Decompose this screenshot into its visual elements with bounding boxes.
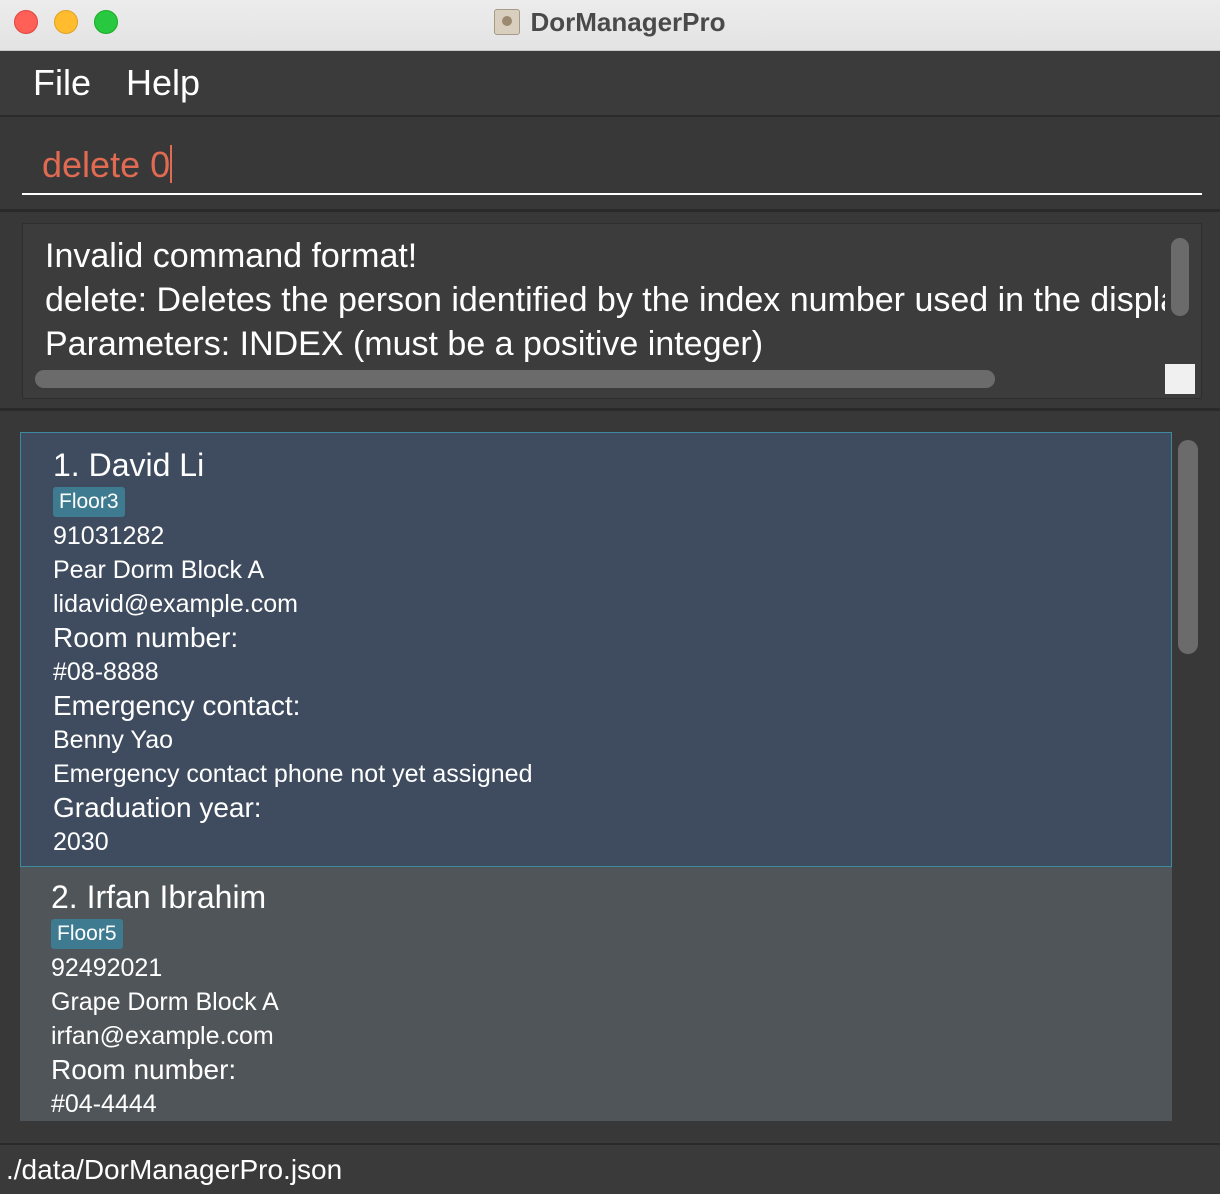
person-name: 1. David Li [53, 447, 205, 483]
person-list-scrollbar[interactable] [1178, 440, 1198, 654]
result-horizontal-scrollbar[interactable] [35, 370, 995, 388]
save-file-path: ./data/DorManagerPro.json [6, 1154, 343, 1185]
person-email: lidavid@example.com [53, 590, 298, 618]
scroll-corner [1165, 364, 1195, 394]
menu-help[interactable]: Help [126, 63, 200, 103]
graduation-year-value: 2030 [53, 828, 109, 856]
app-icon [494, 9, 521, 35]
result-display[interactable]: Invalid command format! delete: Deletes … [22, 223, 1202, 399]
result-vertical-scrollbar[interactable] [1171, 238, 1189, 316]
person-tag: Floor5 [51, 919, 123, 949]
text-cursor [170, 145, 173, 183]
result-text: Invalid command format! delete: Deletes … [45, 234, 1165, 366]
command-input[interactable]: delete 0 [22, 137, 1202, 195]
emergency-contact-name: Benny Yao [53, 726, 174, 754]
room-number-value: #04-4444 [51, 1090, 157, 1118]
room-number-label: Room number: [53, 622, 239, 653]
status-bar: ./data/DorManagerPro.json [0, 1143, 1220, 1194]
person-card[interactable]: 2. Irfan Ibrahim Floor5 92492021 Grape D… [20, 867, 1172, 1121]
person-phone: 91031282 [53, 522, 165, 550]
result-display-area: Invalid command format! delete: Deletes … [0, 212, 1220, 411]
room-number-value: #08-8888 [53, 658, 159, 686]
person-address: Pear Dorm Block A [53, 556, 265, 584]
menu-bar: File Help [0, 51, 1220, 117]
emergency-contact-phone: Emergency contact phone not yet assigned [53, 760, 533, 788]
menu-file[interactable]: File [33, 63, 91, 103]
person-phone: 92492021 [51, 954, 163, 982]
person-address: Grape Dorm Block A [51, 988, 279, 1016]
person-tag: Floor3 [53, 487, 125, 517]
result-line: Parameters: INDEX (must be a positive in… [45, 325, 764, 363]
result-line: delete: Deletes the person identified by… [45, 281, 1165, 319]
person-card[interactable]: 1. David Li Floor3 91031282 Pear Dorm Bl… [20, 432, 1172, 867]
person-list-area: 1. David Li Floor3 91031282 Pear Dorm Bl… [0, 411, 1220, 1141]
window-title-container: DorManagerPro [0, 6, 1220, 38]
person-list: 1. David Li Floor3 91031282 Pear Dorm Bl… [20, 432, 1172, 1121]
room-number-label: Room number: [51, 1054, 237, 1085]
graduation-year-label: Graduation year: [53, 792, 262, 823]
result-line: Invalid command format! [45, 237, 418, 275]
person-name: 2. Irfan Ibrahim [51, 879, 267, 915]
command-input-text: delete 0 [42, 144, 171, 185]
command-box-area: delete 0 [0, 117, 1220, 212]
person-email: irfan@example.com [51, 1022, 274, 1050]
window-title: DorManagerPro [530, 7, 726, 37]
emergency-contact-label: Emergency contact: [53, 690, 301, 721]
window-titlebar: DorManagerPro [0, 0, 1220, 51]
